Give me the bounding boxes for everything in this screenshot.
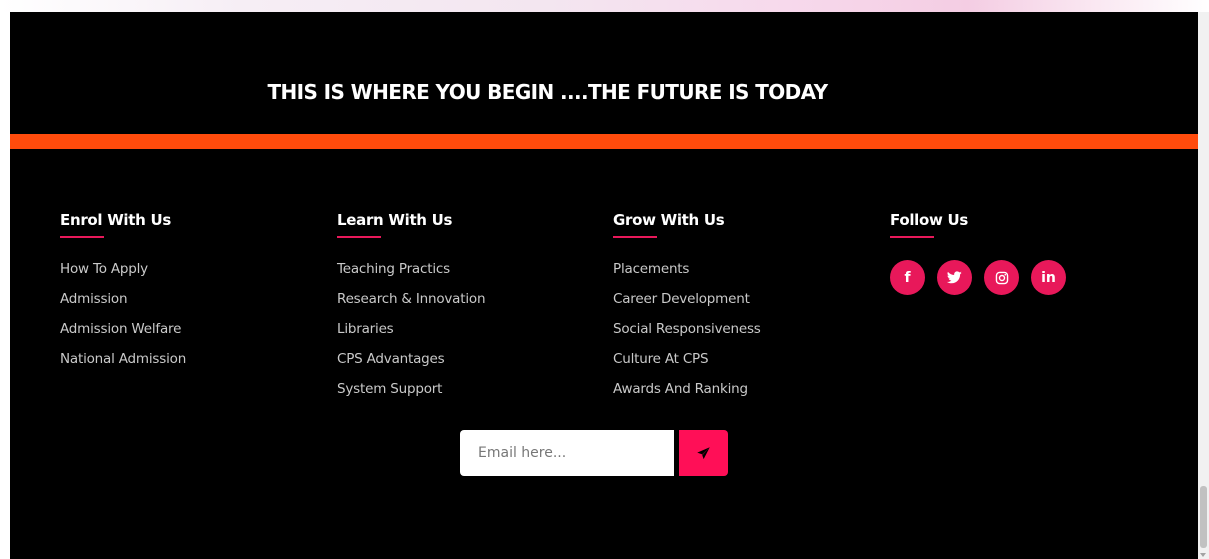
site-footer: THIS IS WHERE YOU BEGIN ....THE FUTURE I… bbox=[10, 12, 1198, 559]
email-input[interactable] bbox=[460, 430, 674, 476]
send-button[interactable] bbox=[679, 430, 728, 476]
accent-divider bbox=[10, 134, 1198, 149]
linkedin-glyph: in bbox=[1041, 269, 1056, 286]
newsletter-form bbox=[460, 430, 728, 476]
column-heading: Learn With Us bbox=[337, 211, 453, 229]
facebook-glyph: f bbox=[904, 269, 911, 286]
footer-link-teaching-practics[interactable]: Teaching Practics bbox=[337, 261, 597, 291]
footer-link-research-innovation[interactable]: Research & Innovation bbox=[337, 291, 597, 321]
footer-column-follow: Follow Us f in bbox=[890, 210, 1150, 295]
footer-link-social-responsiveness[interactable]: Social Responsiveness bbox=[613, 321, 873, 351]
footer-link-culture-at-cps[interactable]: Culture At CPS bbox=[613, 351, 873, 381]
linkedin-icon[interactable]: in bbox=[1031, 260, 1066, 295]
social-links: f in bbox=[890, 260, 1150, 295]
hero-image-strip bbox=[0, 0, 1209, 12]
footer-link-placements[interactable]: Placements bbox=[613, 261, 873, 291]
footer-link-awards-ranking[interactable]: Awards And Ranking bbox=[613, 381, 873, 411]
footer-link-national-admission[interactable]: National Admission bbox=[60, 351, 320, 381]
heading-underline bbox=[613, 236, 657, 238]
column-heading: Follow Us bbox=[890, 211, 969, 229]
footer-link-system-support[interactable]: System Support bbox=[337, 381, 597, 411]
instagram-glyph bbox=[995, 271, 1008, 284]
scroll-down-arrow-icon[interactable] bbox=[1200, 553, 1206, 557]
link-list: Placements Career Development Social Res… bbox=[613, 261, 873, 411]
link-list: How To Apply Admission Admission Welfare… bbox=[60, 261, 320, 381]
footer-link-how-to-apply[interactable]: How To Apply bbox=[60, 261, 320, 291]
footer-column-learn: Learn With Us Teaching Practics Research… bbox=[337, 210, 597, 427]
heading-underline bbox=[890, 236, 934, 238]
twitter-glyph bbox=[947, 271, 962, 284]
footer-link-cps-advantages[interactable]: CPS Advantages bbox=[337, 351, 597, 381]
facebook-icon[interactable]: f bbox=[890, 260, 925, 295]
footer-tagline: THIS IS WHERE YOU BEGIN ....THE FUTURE I… bbox=[267, 80, 828, 104]
paper-plane-icon bbox=[697, 446, 710, 459]
column-heading: Enrol With Us bbox=[60, 211, 171, 229]
footer-link-career-development[interactable]: Career Development bbox=[613, 291, 873, 321]
heading-underline bbox=[60, 236, 104, 238]
page-left-edge bbox=[0, 12, 10, 559]
column-heading: Grow With Us bbox=[613, 211, 725, 229]
footer-column-grow: Grow With Us Placements Career Developme… bbox=[613, 210, 873, 427]
footer-column-enrol: Enrol With Us How To Apply Admission Adm… bbox=[60, 210, 320, 397]
twitter-icon[interactable] bbox=[937, 260, 972, 295]
footer-link-admission[interactable]: Admission bbox=[60, 291, 320, 321]
heading-underline bbox=[337, 236, 381, 238]
footer-link-libraries[interactable]: Libraries bbox=[337, 321, 597, 351]
instagram-icon[interactable] bbox=[984, 260, 1019, 295]
footer-link-admission-welfare[interactable]: Admission Welfare bbox=[60, 321, 320, 351]
link-list: Teaching Practics Research & Innovation … bbox=[337, 261, 597, 411]
vertical-scrollbar[interactable] bbox=[1198, 12, 1209, 559]
scrollbar-thumb[interactable] bbox=[1200, 486, 1207, 548]
